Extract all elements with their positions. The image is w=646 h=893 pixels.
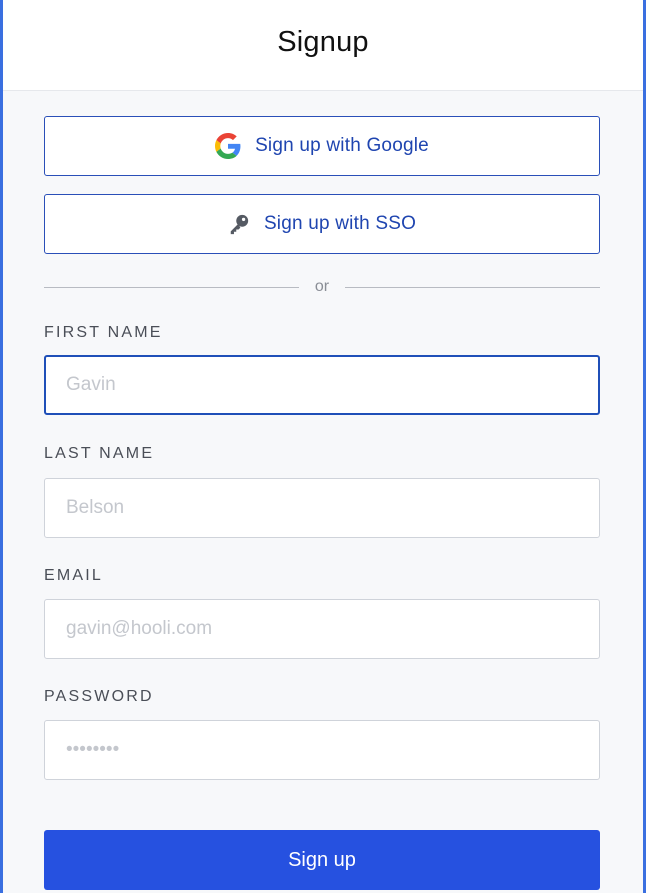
- password-input[interactable]: [66, 739, 599, 761]
- signup-button[interactable]: Sign up: [44, 830, 600, 890]
- last-name-label: LAST NAME: [44, 445, 155, 462]
- google-signup-label: Sign up with Google: [255, 135, 429, 156]
- last-name-field[interactable]: [44, 478, 600, 538]
- last-name-input[interactable]: [66, 497, 599, 519]
- google-signup-button[interactable]: Sign up with Google: [44, 116, 600, 176]
- sso-signup-label: Sign up with SSO: [263, 213, 417, 234]
- divider-text: or: [314, 278, 330, 295]
- email-label: EMAIL: [44, 567, 104, 584]
- sso-signup-button[interactable]: Sign up with SSO: [44, 194, 600, 254]
- first-name-label: FIRST NAME: [44, 324, 163, 341]
- signup-panel: Signup Sign up with Google Sign up with …: [0, 0, 646, 893]
- or-divider: or: [44, 276, 601, 298]
- first-name-field[interactable]: [44, 355, 600, 415]
- password-field[interactable]: [44, 720, 600, 780]
- password-label: PASSWORD: [44, 688, 154, 705]
- key-icon: [228, 213, 250, 235]
- first-name-input[interactable]: [66, 374, 598, 396]
- divider-line-right: [345, 286, 601, 288]
- page-title: Signup: [277, 25, 369, 58]
- email-input[interactable]: [66, 618, 599, 640]
- google-g-icon: [215, 133, 241, 159]
- email-field[interactable]: [44, 599, 600, 659]
- header: Signup: [3, 0, 643, 91]
- divider-line-left: [44, 286, 299, 288]
